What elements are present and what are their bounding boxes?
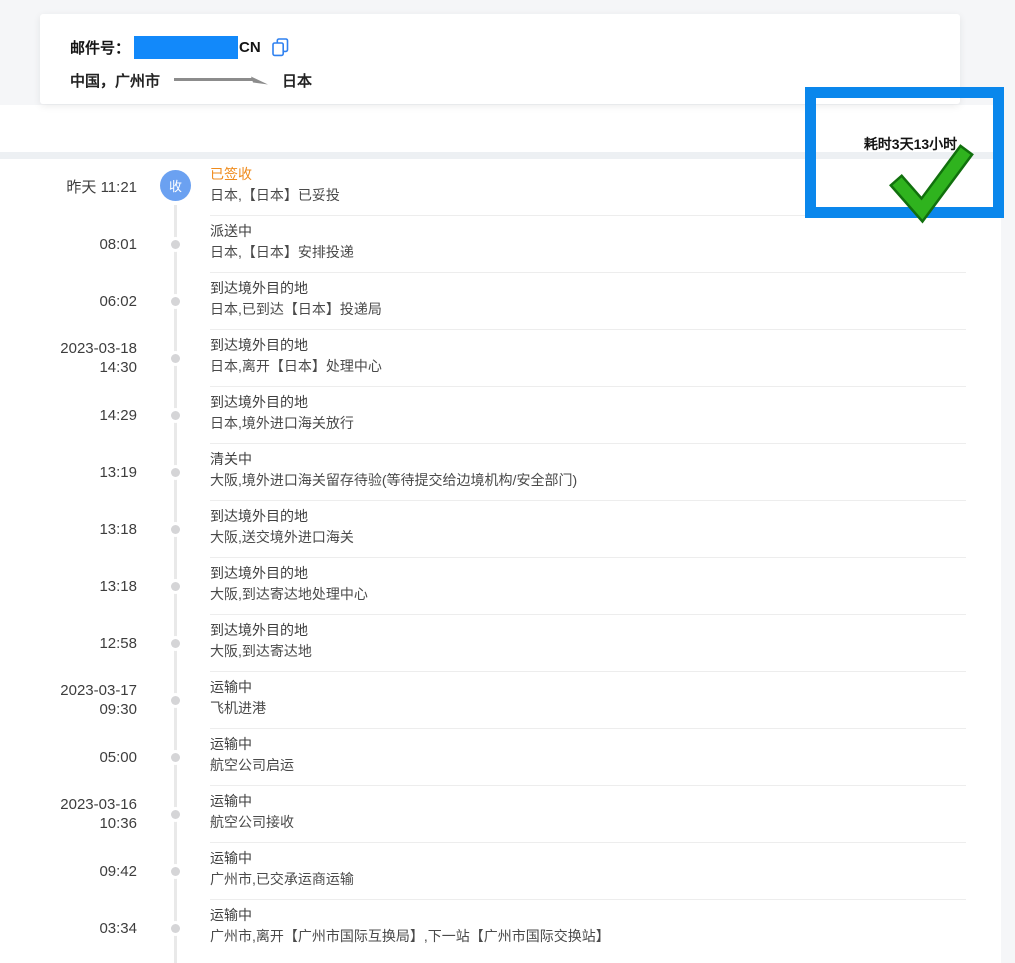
event-status: 到达境外目的地 [210,563,1015,583]
mail-number-label: 邮件号： [70,37,130,58]
event-status: 运输中 [210,905,1015,925]
tracking-event-row: 2023-03-1610:36 运输中航空公司接收 [0,786,1015,843]
event-status: 到达境外目的地 [210,620,1015,640]
event-content: 运输中航空公司接收 [210,786,1015,832]
route-arrow-icon [172,72,270,88]
event-status: 到达境外目的地 [210,392,1015,412]
tracking-event-row: 09:42 运输中广州市,已交承运商运输 [0,843,1015,900]
event-content: 到达境外目的地大阪,到达寄达地 [210,615,1015,661]
event-time: 2023-03-1709:30 [0,681,137,721]
tracking-event-row: 08:01派送中日本,【日本】安排投递 [0,216,1015,273]
event-description: 广州市,已交承运商运输 [210,869,1015,889]
tracking-event-row: 03:34 运输中广州市,离开【广州市国际互换局】,下一站【广州市国际交换站】 [0,900,1015,957]
event-status: 运输中 [210,791,1015,811]
event-status: 到达境外目的地 [210,278,1015,298]
event-status: 清关中 [210,449,1015,469]
event-description: 广州市,离开【广州市国际互换局】,下一站【广州市国际交换站】 [210,926,1015,946]
tracking-event-row: 06:02 到达境外目的地日本,已到达【日本】投递局 [0,273,1015,330]
event-time: 06:02 [0,292,137,312]
event-time: 03:34 [0,919,137,939]
event-content: 到达境外目的地大阪,送交境外进口海关 [210,501,1015,547]
timeline-dot-icon [171,696,180,705]
event-content: 运输中广州市,已交承运商运输 [210,843,1015,889]
event-time: 13:19 [0,463,137,483]
copy-icon[interactable] [272,38,289,57]
event-description: 大阪,到达寄达地处理中心 [210,584,1015,604]
timeline-dot-icon [171,582,180,591]
tracking-event-row: 12:58 到达境外目的地大阪,到达寄达地 [0,615,1015,672]
timeline-dot-icon [171,468,180,477]
event-time: 08:01 [0,235,137,255]
event-time: 2023-03-1610:36 [0,795,137,835]
timeline-dot-icon [171,924,180,933]
event-time: 12:58 [0,634,137,654]
event-content: 到达境外目的地日本,离开【日本】处理中心 [210,330,1015,376]
event-content: 清关中大阪,境外进口海关留存待验(等待提交给边境机构/安全部门) [210,444,1015,490]
tracking-event-row: 13:19 清关中大阪,境外进口海关留存待验(等待提交给边境机构/安全部门) [0,444,1015,501]
timeline-dot-icon [171,354,180,363]
tracking-event-row: 2023-03-1814:30 到达境外目的地日本,离开【日本】处理中心 [0,330,1015,387]
timeline-dot-icon [171,525,180,534]
event-description: 大阪,境外进口海关留存待验(等待提交给边境机构/安全部门) [210,470,1015,490]
tracking-event-row: 13:18 到达境外目的地大阪,到达寄达地处理中心 [0,558,1015,615]
event-description: 飞机进港 [210,698,1015,718]
event-content: 运输中飞机进港 [210,672,1015,718]
timeline-dot-icon [171,867,180,876]
route-destination: 日本 [282,70,312,91]
timeline-dot-icon [171,411,180,420]
mail-number-redacted [134,36,238,59]
mail-number-row: 邮件号： CN [70,35,289,60]
event-time: 昨天 11:21 [0,178,137,198]
received-badge: 收 [160,170,191,201]
route-origin: 中国，广州市 [70,70,160,91]
event-content: 到达境外目的地日本,境外进口海关放行 [210,387,1015,433]
timeline-section: 昨天 11:21收已签收日本,【日本】已妥投08:01派送中日本,【日本】安排投… [0,159,1015,963]
mail-number-suffix: CN [239,39,261,56]
timeline-dot-icon [171,297,180,306]
event-description: 航空公司启运 [210,755,1015,775]
tracking-page: 邮件号： CN 中国，广州市 日本 昨天 11:21收已签收日本 [0,0,1015,963]
event-time: 2023-03-1814:30 [0,339,137,379]
route-row: 中国，广州市 日本 [70,69,312,91]
event-status: 到达境外目的地 [210,506,1015,526]
timeline-dot-icon [171,639,180,648]
event-content: 到达境外目的地大阪,到达寄达地处理中心 [210,558,1015,604]
timeline-dot-icon [171,240,180,249]
event-status: 到达境外目的地 [210,335,1015,355]
tracking-event-row: 14:29 到达境外目的地日本,境外进口海关放行 [0,387,1015,444]
event-time: 05:00 [0,748,137,768]
timeline-list: 昨天 11:21收已签收日本,【日本】已妥投08:01派送中日本,【日本】安排投… [0,159,1015,957]
timeline-dot-icon [171,810,180,819]
timeline-dot-icon [171,753,180,762]
event-description: 大阪,送交境外进口海关 [210,527,1015,547]
tracking-event-row: 2023-03-1709:30 运输中飞机进港 [0,672,1015,729]
tracking-event-row: 13:18 到达境外目的地大阪,送交境外进口海关 [0,501,1015,558]
event-status: 运输中 [210,848,1015,868]
event-content: 运输中广州市,离开【广州市国际互换局】,下一站【广州市国际交换站】 [210,900,1015,946]
event-description: 航空公司接收 [210,812,1015,832]
event-time: 13:18 [0,520,137,540]
event-description: 大阪,到达寄达地 [210,641,1015,661]
event-status: 运输中 [210,677,1015,697]
event-time: 14:29 [0,406,137,426]
event-time: 09:42 [0,862,137,882]
event-description: 日本,离开【日本】处理中心 [210,356,1015,376]
duration-annotation-box: 耗时3天13小时 [805,87,1004,218]
tracking-event-row: 05:00 运输中航空公司启运 [0,729,1015,786]
event-description: 日本,境外进口海关放行 [210,413,1015,433]
event-content: 运输中航空公司启运 [210,729,1015,775]
event-description: 日本,已到达【日本】投递局 [210,299,1015,319]
event-content: 到达境外目的地日本,已到达【日本】投递局 [210,273,1015,319]
event-status: 运输中 [210,734,1015,754]
event-description: 日本,【日本】安排投递 [210,242,1015,262]
event-time: 13:18 [0,577,137,597]
success-checkmark-icon [888,150,968,227]
